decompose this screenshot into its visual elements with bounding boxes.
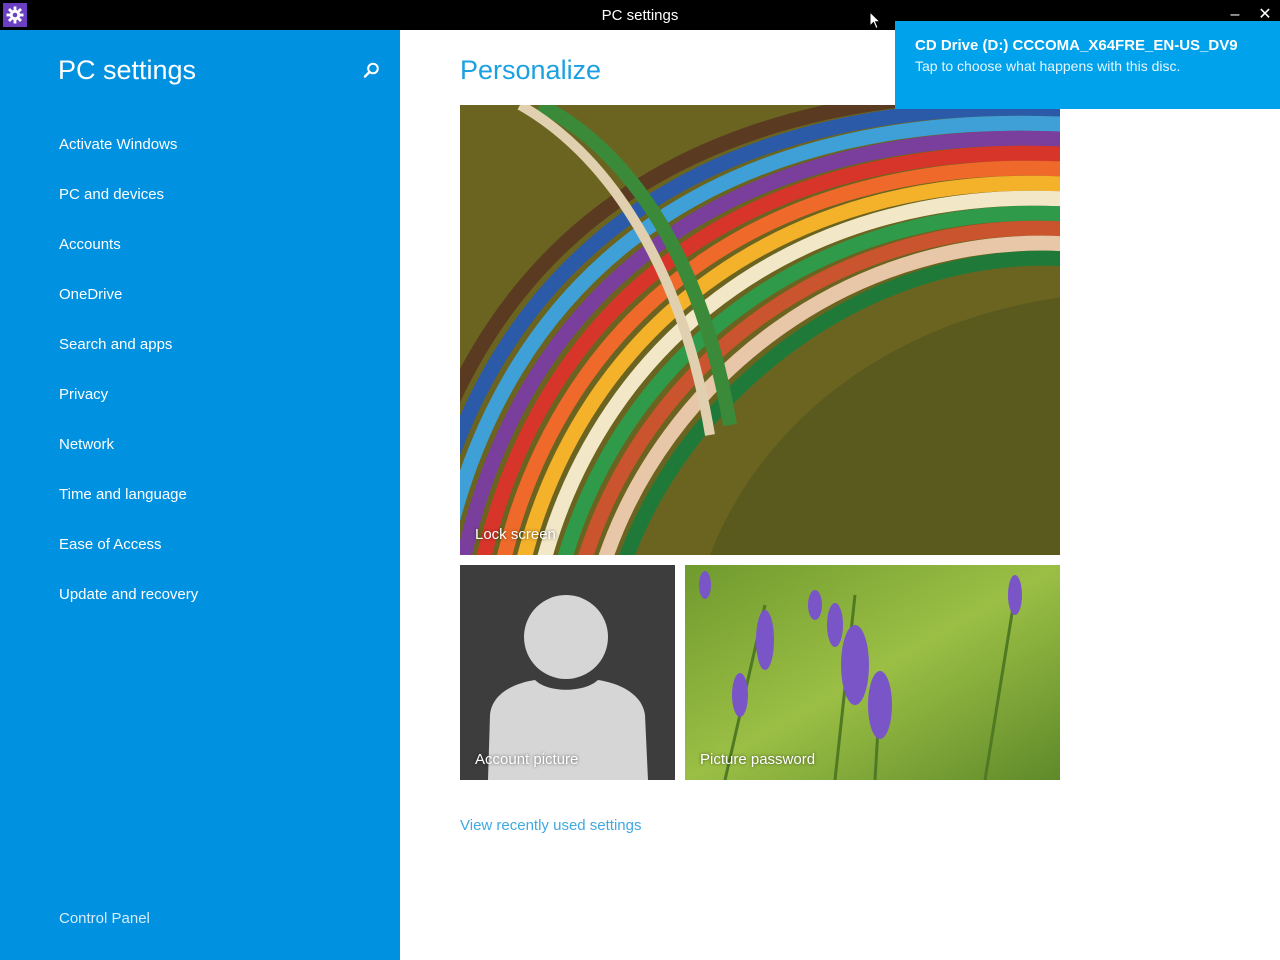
sidebar-item-network[interactable]: Network: [0, 430, 400, 480]
sidebar-item-activate-windows[interactable]: Activate Windows: [0, 130, 400, 180]
page-title: Personalize: [460, 55, 602, 85]
sidebar-item-onedrive[interactable]: OneDrive: [0, 280, 400, 330]
sidebar-nav: Activate Windows PC and devices Accounts…: [0, 130, 400, 630]
sidebar-item-privacy[interactable]: Privacy: [0, 380, 400, 430]
sidebar-item-update-and-recovery[interactable]: Update and recovery: [0, 580, 400, 630]
picture-password-image: [685, 565, 1060, 780]
picture-password-label: Picture password: [700, 751, 816, 768]
main-content: Personalize Lock screen Account picture …: [400, 30, 1280, 960]
sidebar-item-accounts[interactable]: Accounts: [0, 230, 400, 280]
cd-drive-toast[interactable]: CD Drive (D:) CCCOMA_X64FRE_EN-US_DV9 Ta…: [895, 21, 1280, 109]
lock-screen-label: Lock screen: [475, 526, 556, 543]
sidebar-item-pc-and-devices[interactable]: PC and devices: [0, 180, 400, 230]
toast-body: Tap to choose what happens with this dis…: [915, 58, 1181, 74]
user-silhouette-icon: [460, 565, 675, 780]
account-picture-label: Account picture: [475, 751, 579, 768]
control-panel-link[interactable]: Control Panel: [59, 910, 150, 927]
picture-password-tile[interactable]: Picture password: [685, 565, 1060, 780]
sidebar-item-search-and-apps[interactable]: Search and apps: [0, 330, 400, 380]
sidebar-item-time-and-language[interactable]: Time and language: [0, 480, 400, 530]
search-icon[interactable]: [360, 60, 382, 82]
account-picture-tile[interactable]: Account picture: [460, 565, 675, 780]
sidebar-item-ease-of-access[interactable]: Ease of Access: [0, 530, 400, 580]
lock-screen-image: [460, 105, 1060, 555]
sidebar: PC settings Activate Windows PC and devi…: [0, 30, 400, 960]
lock-screen-tile[interactable]: Lock screen: [460, 105, 1060, 555]
toast-title: CD Drive (D:) CCCOMA_X64FRE_EN-US_DV9: [915, 37, 1238, 54]
sidebar-title: PC settings: [58, 55, 197, 85]
view-recent-settings-link[interactable]: View recently used settings: [460, 817, 642, 834]
